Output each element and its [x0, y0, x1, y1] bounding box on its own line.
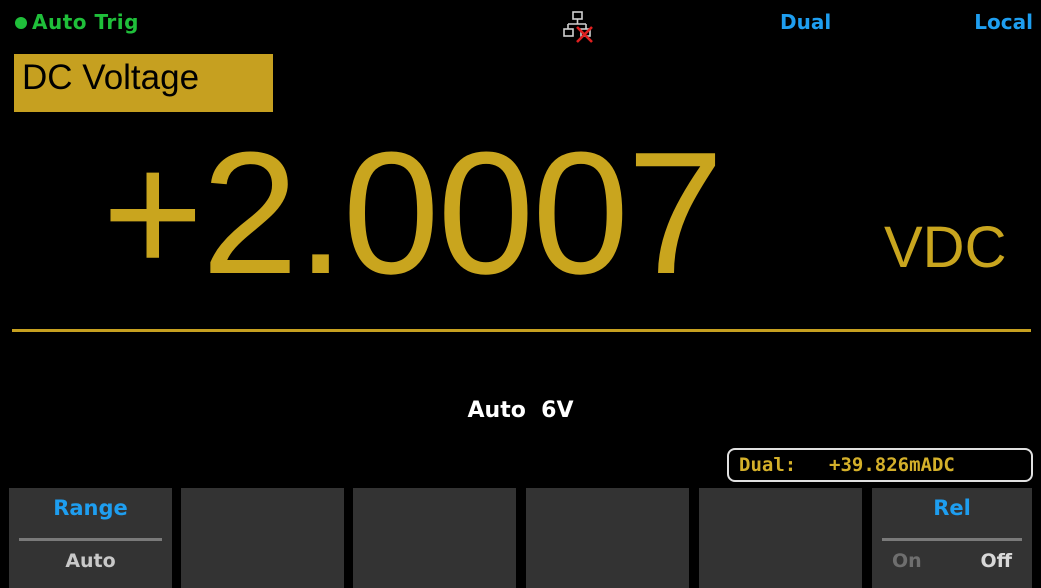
divider	[12, 329, 1031, 332]
softkey-3[interactable]	[353, 488, 516, 588]
local-control-status: Local	[974, 10, 1033, 34]
softkey-separator	[882, 538, 1022, 541]
dual-reading-value: +39.826mADC	[829, 454, 955, 476]
softkey-2[interactable]	[181, 488, 344, 588]
trigger-status: Auto Trig	[32, 10, 139, 34]
rel-on-option: On	[892, 550, 922, 572]
rel-off-option: Off	[980, 550, 1012, 572]
softkey-5[interactable]	[699, 488, 862, 588]
function-label: DC Voltage	[22, 58, 200, 97]
trigger-indicator-icon	[15, 17, 27, 29]
range-softkey-title: Range	[53, 496, 128, 520]
status-bar: Auto Trig Dual Local	[0, 0, 1041, 48]
dual-reading-label: Dual:	[739, 454, 797, 476]
range-softkey-value: Auto	[65, 550, 116, 572]
softkey-4[interactable]	[526, 488, 689, 588]
lan-disconnected-icon	[563, 11, 593, 43]
dual-mode-status: Dual	[780, 10, 832, 34]
softkey-bar: Range Auto Rel On Off	[0, 488, 1041, 588]
range-info: Auto 6V	[467, 398, 574, 423]
softkey-separator	[19, 538, 162, 541]
main-reading: +2.0007	[102, 115, 724, 310]
reading-unit: VDC	[884, 215, 1007, 280]
range-softkey[interactable]: Range Auto	[9, 488, 172, 588]
rel-softkey-title: Rel	[933, 496, 971, 520]
dual-reading-box: Dual: +39.826mADC	[727, 448, 1033, 482]
rel-softkey[interactable]: Rel On Off	[872, 488, 1032, 588]
